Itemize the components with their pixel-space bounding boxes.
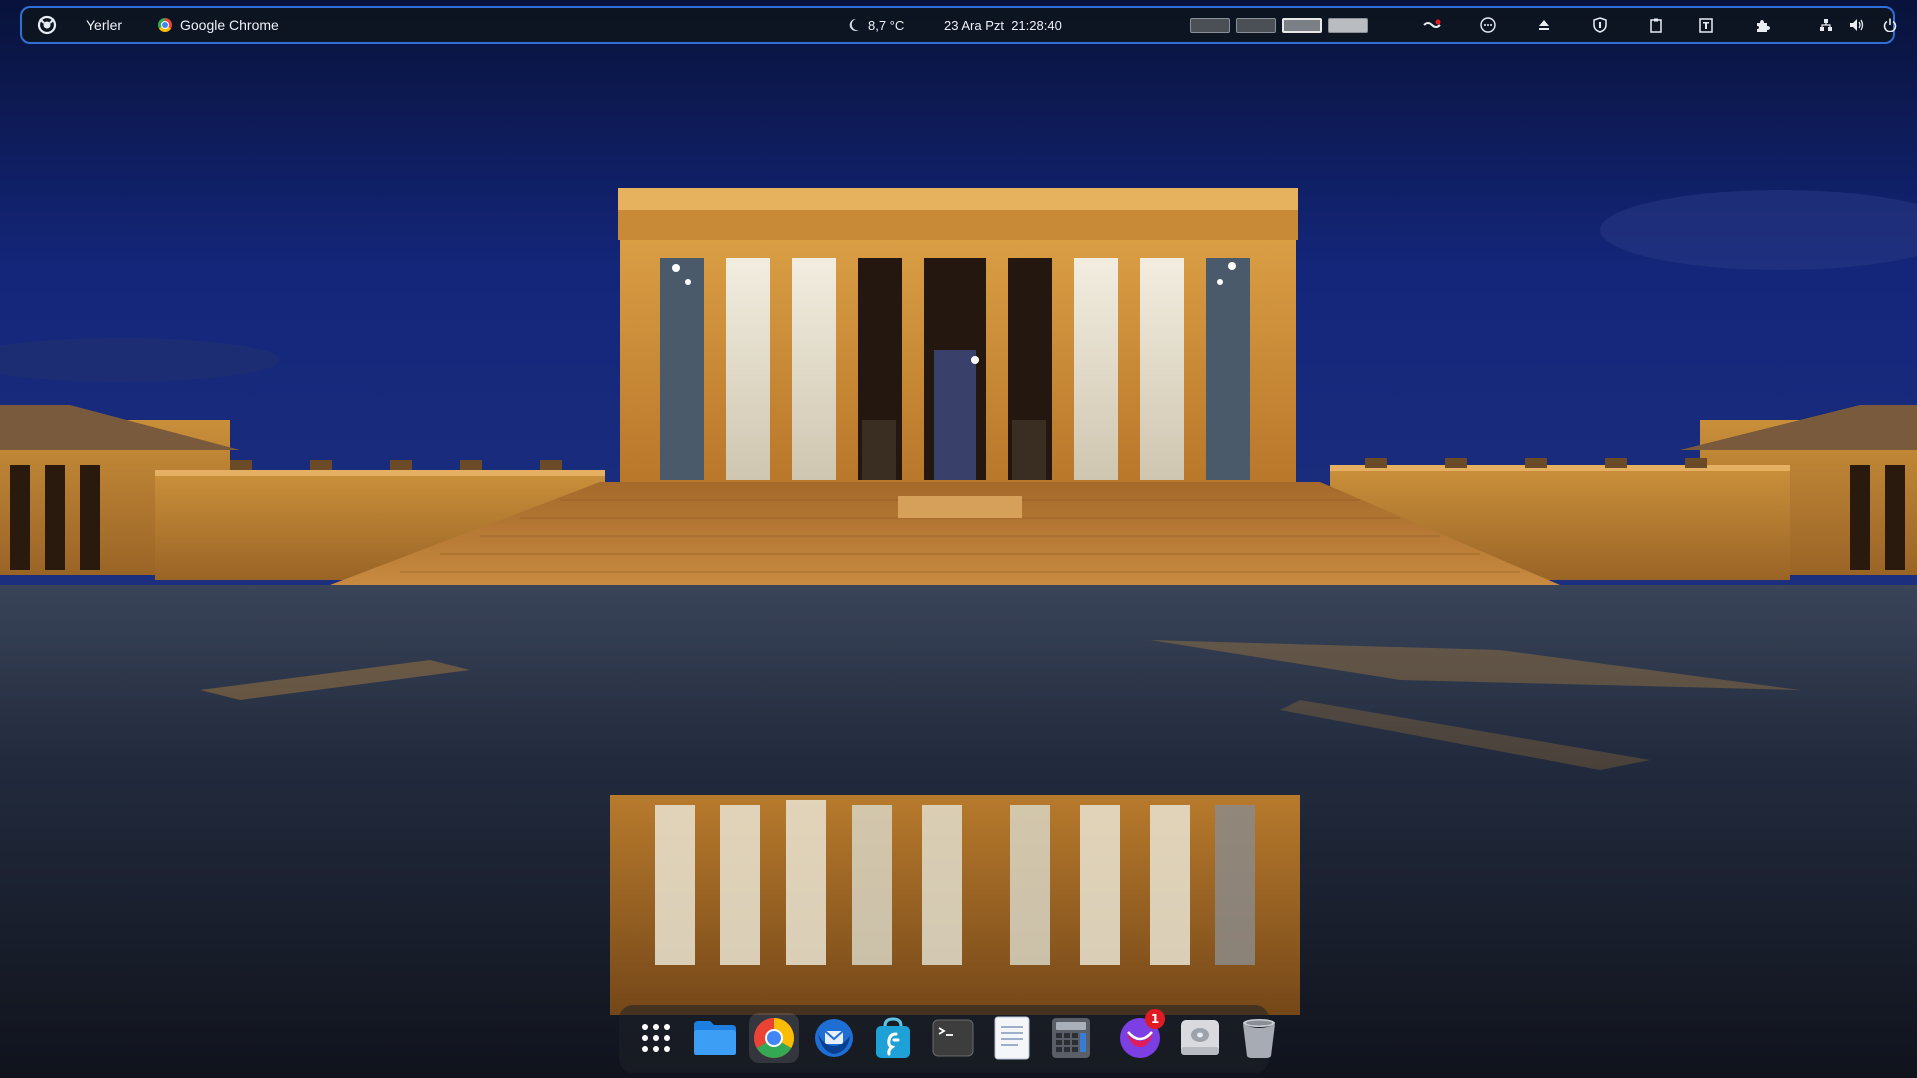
app-grid-icon — [642, 1024, 670, 1052]
workspace-1[interactable] — [1190, 17, 1230, 33]
app-indicator-button[interactable] — [1419, 8, 1445, 42]
dock: 1 — [619, 1005, 1275, 1073]
power-button[interactable] — [1877, 8, 1903, 42]
volume-icon — [1850, 19, 1864, 31]
dock-trash[interactable] — [1234, 1013, 1284, 1063]
extensions-button[interactable] — [1749, 8, 1775, 42]
workspace-indicator — [1190, 8, 1368, 42]
desktop[interactable]: Yerler Google Chrome 8,7 °C 23 Ara Pzt 2… — [0, 0, 1917, 1078]
chrome-icon — [158, 18, 172, 32]
notification-badge: 1 — [1145, 1009, 1165, 1029]
dock-text-editor[interactable] — [987, 1013, 1037, 1063]
app-indicator-icon — [1423, 19, 1441, 28]
power-icon — [1883, 18, 1897, 32]
folder-icon — [694, 1021, 736, 1055]
input-method-button[interactable] — [1693, 8, 1719, 42]
dock-app-grid[interactable] — [631, 1013, 681, 1063]
places-menu[interactable]: Yerler — [78, 8, 130, 42]
top-panel: Yerler Google Chrome 8,7 °C 23 Ara Pzt 2… — [20, 6, 1897, 44]
clipboard-button[interactable] — [1643, 8, 1669, 42]
dock-disks[interactable] — [1175, 1013, 1225, 1063]
security-button[interactable] — [1587, 8, 1613, 42]
dock-terminal[interactable] — [928, 1013, 978, 1063]
chrome-icon — [754, 1018, 794, 1058]
more-options-icon — [1480, 17, 1496, 33]
eject-icon — [1539, 20, 1549, 30]
app-menu[interactable]: Google Chrome — [152, 8, 285, 42]
software-store-icon — [876, 1017, 910, 1058]
network-icon — [1820, 19, 1832, 31]
volume-button[interactable] — [1844, 8, 1870, 42]
date-time-menu[interactable]: 23 Ara Pzt 21:28:40 — [944, 8, 1062, 42]
dock-software[interactable] — [868, 1013, 918, 1063]
shield-icon — [1593, 17, 1607, 33]
date-time-label: 23 Ara Pzt 21:28:40 — [944, 17, 1062, 33]
thunderbird-icon — [815, 1019, 853, 1057]
activities-button[interactable] — [32, 8, 62, 42]
more-options-button[interactable] — [1475, 8, 1501, 42]
extensions-puzzle-icon — [1756, 19, 1770, 32]
desktop-wallpaper — [0, 0, 1917, 1078]
eject-button[interactable] — [1531, 8, 1557, 42]
text-editor-icon — [994, 1016, 1030, 1060]
workspace-4[interactable] — [1328, 17, 1368, 33]
debian-swirl-icon — [37, 15, 57, 35]
terminal-icon — [932, 1019, 974, 1057]
dock-thunderbird[interactable] — [809, 1013, 859, 1063]
dock-files[interactable] — [690, 1013, 740, 1063]
moon-icon — [849, 18, 859, 31]
workspace-3[interactable] — [1282, 17, 1322, 33]
disk-icon — [1181, 1020, 1219, 1055]
weather-temperature: 8,7 °C — [868, 17, 905, 33]
weather-indicator[interactable]: 8,7 °C — [848, 8, 904, 42]
input-method-icon — [1699, 17, 1713, 33]
app-menu-label: Google Chrome — [180, 17, 279, 33]
dock-messaging-app[interactable]: 1 — [1115, 1009, 1165, 1063]
calculator-icon — [1052, 1018, 1090, 1058]
workspace-2[interactable] — [1236, 17, 1276, 33]
network-button[interactable] — [1813, 8, 1839, 42]
dock-google-chrome[interactable] — [749, 1013, 799, 1063]
clipboard-icon — [1650, 18, 1662, 33]
dock-calculator[interactable] — [1046, 1013, 1096, 1063]
places-menu-label: Yerler — [86, 17, 123, 33]
trash-icon — [1243, 1019, 1275, 1058]
